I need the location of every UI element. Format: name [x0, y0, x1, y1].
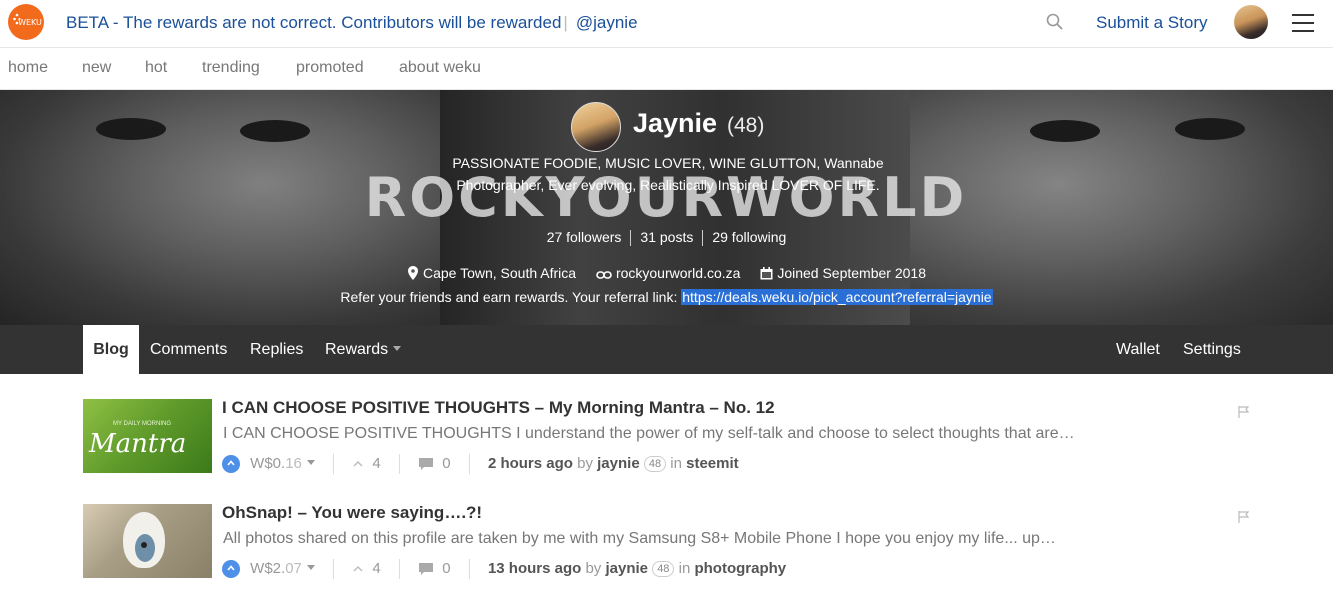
post-author[interactable]: jaynie: [597, 455, 640, 472]
chevron-down-icon: [393, 346, 402, 351]
tab-settings[interactable]: Settings: [1183, 325, 1241, 374]
profile-location: Cape Town, South Africa: [422, 265, 577, 281]
post-item: OhSnap! – You were saying….?! All photos…: [83, 495, 1253, 587]
vote-chevron-icon: [353, 461, 363, 467]
profile-name: Jaynie: [633, 108, 718, 138]
tab-wallet[interactable]: Wallet: [1116, 325, 1160, 374]
profile-meta: Cape Town, South Africa rockyourworld.co…: [0, 265, 1333, 281]
post-footer: W$2.07 4 0 13 hours ago by jaynie 48 in …: [222, 559, 786, 579]
flag-icon[interactable]: [1238, 406, 1250, 418]
followers-count[interactable]: 27 followers: [538, 229, 631, 245]
submit-story-link[interactable]: Submit a Story: [1096, 13, 1208, 33]
tab-blog[interactable]: Blog: [83, 325, 139, 374]
tab-replies[interactable]: Replies: [250, 325, 303, 374]
profile-tabs: Blog Comments Replies Rewards Wallet Set…: [0, 325, 1333, 374]
beta-notice: BETA - The rewards are not correct. Cont…: [66, 13, 638, 33]
tab-rewards-label: Rewards: [325, 341, 389, 358]
weku-logo[interactable]: WEKU: [8, 4, 44, 40]
by-label: by: [585, 559, 602, 577]
post-item: MY DAILY MORNING Mantra I CAN CHOOSE POS…: [83, 390, 1253, 482]
nav-trending[interactable]: trending: [202, 59, 260, 77]
post-votes[interactable]: 4: [372, 455, 380, 472]
profile-website[interactable]: rockyourworld.co.za: [616, 265, 741, 281]
referral-text: Refer your friends and earn rewards. You…: [340, 289, 678, 305]
post-footer: W$0.16 4 0 2 hours ago by jaynie 48 in s…: [222, 454, 739, 474]
post-comments[interactable]: 0: [442, 455, 450, 472]
nav-hot[interactable]: hot: [145, 59, 167, 77]
location-pin-icon: [407, 266, 418, 280]
post-votes[interactable]: 4: [372, 560, 380, 577]
referral-link[interactable]: https://deals.weku.io/pick_account?refer…: [681, 289, 993, 305]
profile-avatar: [571, 102, 621, 152]
in-label: in: [678, 559, 691, 577]
author-reputation-badge: 48: [643, 455, 667, 472]
main-nav: home new hot trending promoted about wek…: [0, 48, 1333, 90]
post-thumbnail[interactable]: MY DAILY MORNING Mantra: [83, 399, 212, 473]
post-author[interactable]: jaynie: [605, 560, 648, 577]
logo-dots-icon: [13, 13, 21, 25]
payout-dropdown-icon[interactable]: [306, 564, 315, 570]
duck-eye-decoration: [141, 542, 147, 548]
chevron-up-icon: [227, 460, 235, 466]
comment-icon: [419, 458, 434, 470]
nav-about-weku[interactable]: about weku: [399, 59, 481, 77]
user-handle[interactable]: @jaynie: [576, 13, 638, 32]
post-thumbnail[interactable]: [83, 504, 212, 578]
post-time[interactable]: 13 hours ago: [488, 560, 581, 577]
post-excerpt[interactable]: I CAN CHOOSE POSITIVE THOUGHTS I underst…: [223, 425, 1075, 443]
comment-icon: [419, 563, 434, 575]
profile-joined: Joined September 2018: [777, 265, 926, 281]
duck-eye-patch-decoration: [135, 534, 155, 562]
thumb-title-text: Mantra: [89, 429, 187, 459]
tab-rewards[interactable]: Rewards: [325, 325, 402, 374]
top-bar: WEKU BETA - The rewards are not correct.…: [0, 0, 1333, 48]
referral-line: Refer your friends and earn rewards. You…: [0, 289, 1333, 305]
in-label: in: [670, 454, 682, 472]
post-title[interactable]: OhSnap! – You were saying….?!: [222, 503, 482, 523]
post-comments[interactable]: 0: [442, 560, 450, 577]
post-payout[interactable]: W$2.07: [250, 560, 302, 577]
hamburger-menu-icon[interactable]: [1292, 14, 1314, 32]
profile-header: ROCKYOURWORLD Jaynie (48) PASSIONATE FOO…: [0, 90, 1333, 325]
calendar-icon: [760, 267, 773, 280]
logo-text: WEKU: [18, 17, 42, 27]
beta-notice-text: BETA - The rewards are not correct. Cont…: [66, 13, 562, 32]
author-reputation-badge: 48: [652, 560, 675, 577]
profile-reputation: (48): [727, 114, 765, 137]
post-category[interactable]: photography: [694, 560, 786, 577]
following-count[interactable]: 29 following: [703, 229, 795, 245]
payout-dropdown-icon[interactable]: [306, 459, 315, 465]
tab-comments[interactable]: Comments: [150, 325, 227, 374]
link-icon: [596, 271, 612, 279]
user-avatar[interactable]: [1234, 5, 1268, 39]
upvote-button[interactable]: [222, 455, 240, 473]
profile-about: PASSIONATE FOODIE, MUSIC LOVER, WINE GLU…: [452, 155, 884, 193]
chevron-up-icon: [227, 565, 235, 571]
post-payout[interactable]: W$0.16: [250, 455, 302, 472]
by-label: by: [577, 454, 593, 472]
vote-chevron-icon: [353, 566, 363, 572]
post-time[interactable]: 2 hours ago: [488, 455, 573, 472]
nav-promoted[interactable]: promoted: [296, 59, 364, 77]
flag-icon[interactable]: [1238, 511, 1250, 523]
nav-home[interactable]: home: [8, 59, 48, 77]
upvote-button[interactable]: [222, 560, 240, 578]
nav-new[interactable]: new: [82, 59, 111, 77]
search-icon[interactable]: [1046, 13, 1064, 31]
post-category[interactable]: steemit: [686, 455, 739, 472]
posts-count: 31 posts: [640, 229, 694, 245]
profile-stats: 27 followers 31 posts 29 following: [0, 229, 1333, 247]
post-title[interactable]: I CAN CHOOSE POSITIVE THOUGHTS – My Morn…: [222, 398, 775, 418]
divider: |: [563, 13, 568, 32]
thumb-small-text: MY DAILY MORNING: [113, 421, 172, 427]
post-excerpt[interactable]: All photos shared on this profile are ta…: [223, 530, 1056, 548]
